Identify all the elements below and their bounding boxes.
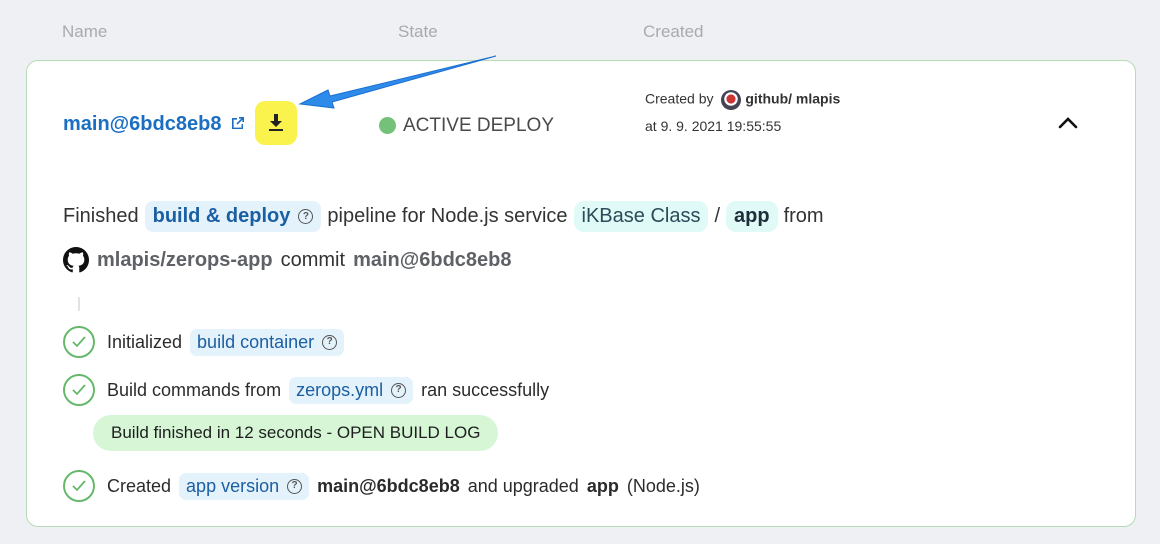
created-by-source: github/	[745, 90, 793, 107]
service-name: app	[586, 475, 619, 496]
help-icon[interactable]: ?	[322, 334, 338, 350]
status-label: ACTIVE DEPLOY	[403, 115, 554, 136]
service-chip[interactable]: app	[726, 201, 778, 232]
step-middle: and upgraded	[467, 475, 579, 496]
runtime-label: (Node.js)	[626, 475, 700, 496]
created-by-user[interactable]: mlapis	[796, 91, 840, 107]
repository-line: mlapis/zerops-app commit main@6bdc8eb8	[63, 247, 512, 273]
step-suffix: ran successfully	[421, 379, 550, 400]
step-label: Created	[107, 475, 172, 496]
app-version-chip[interactable]: app version ?	[179, 472, 310, 500]
pipeline-text: pipeline for Node.js service	[327, 205, 568, 227]
pipeline-chip-label: build & deploy	[152, 205, 291, 227]
version-link[interactable]: main@6bdc8eb8	[63, 113, 221, 136]
commit-ref[interactable]: main@6bdc8eb8	[353, 249, 511, 272]
finished-label: Finished	[63, 205, 139, 227]
step-build-commands: Build commands from zerops.yml ? ran suc…	[63, 374, 549, 406]
pipeline-summary: Finished build & deploy ? pipeline for N…	[63, 201, 824, 232]
check-circle-icon	[63, 326, 95, 358]
project-chip[interactable]: iKBase Class	[573, 201, 709, 232]
build-container-chip[interactable]: build container ?	[190, 328, 345, 356]
deploy-card: main@6bdc8eb8 ACTIVE DEPLOY Created by g…	[26, 60, 1136, 527]
help-icon[interactable]: ?	[287, 478, 303, 494]
check-circle-icon	[63, 374, 95, 406]
version-ref: main@6bdc8eb8	[317, 475, 460, 496]
open-build-log-button[interactable]: Build finished in 12 seconds - OPEN BUIL…	[93, 415, 499, 451]
step-label: Build commands from	[107, 379, 282, 400]
column-header-created: Created	[643, 22, 704, 41]
created-at: at 9. 9. 2021 19:55:55	[645, 118, 782, 134]
download-button[interactable]	[255, 101, 297, 145]
external-link-icon[interactable]	[230, 115, 246, 131]
step-label: Initialized	[107, 331, 183, 352]
created-by: Created by github/ mlapis	[645, 90, 840, 110]
timeline-connector	[78, 297, 80, 311]
help-icon[interactable]: ?	[391, 382, 407, 398]
commit-label: commit	[280, 248, 346, 271]
path-separator: /	[714, 205, 721, 227]
status-dot	[379, 117, 396, 134]
chevron-up-icon[interactable]	[1057, 115, 1079, 131]
avatar	[721, 90, 742, 110]
step-created: Created app version ? main@6bdc8eb8 and …	[63, 470, 700, 502]
step-initialized: Initialized build container ?	[63, 326, 345, 358]
from-label: from	[783, 205, 824, 227]
chip-label: build container	[197, 331, 315, 352]
column-header-name: Name	[62, 22, 108, 41]
pipeline-chip[interactable]: build & deploy ?	[144, 201, 322, 232]
download-icon	[269, 114, 283, 131]
chip-label: zerops.yml	[296, 379, 384, 400]
column-header-state: State	[398, 22, 438, 41]
help-icon[interactable]: ?	[298, 209, 314, 224]
chip-label: app version	[186, 475, 280, 496]
check-circle-icon	[63, 470, 95, 502]
github-icon	[63, 247, 89, 273]
created-by-label: Created by	[645, 90, 714, 107]
zerops-yml-chip[interactable]: zerops.yml ?	[289, 376, 414, 404]
repository-link[interactable]: mlapis/zerops-app	[97, 249, 273, 272]
